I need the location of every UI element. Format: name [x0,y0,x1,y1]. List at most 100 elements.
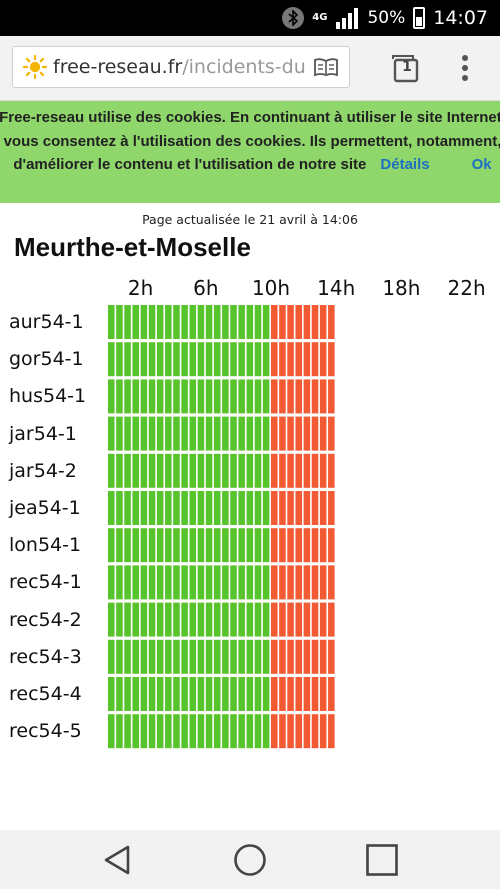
status-cell-ok[interactable] [197,528,205,563]
status-cell-ok[interactable] [197,491,205,525]
status-cell-ok[interactable] [173,565,180,600]
status-cell-ok[interactable] [116,565,123,600]
status-cell-ok[interactable] [116,491,123,525]
status-cell-ok[interactable] [262,305,270,339]
status-cell-ok[interactable] [222,305,229,339]
status-cell-incident[interactable] [311,602,319,637]
status-cell-ok[interactable] [140,379,148,414]
status-cell-ok[interactable] [108,602,115,637]
status-cell-ok[interactable] [173,491,180,525]
status-cell-ok[interactable] [173,639,180,674]
status-cell-ok[interactable] [108,379,115,414]
status-cell-ok[interactable] [262,677,270,711]
status-cell-ok[interactable] [148,602,156,637]
status-cell-ok[interactable] [189,677,197,711]
status-cell-ok[interactable] [108,714,115,749]
status-cell-ok[interactable] [254,677,262,711]
status-cell-ok[interactable] [262,491,270,525]
status-cell-ok[interactable] [116,528,123,563]
status-cell-ok[interactable] [181,528,188,563]
status-cell-ok[interactable] [246,677,254,711]
status-cell-ok[interactable] [254,602,262,637]
status-cell-ok[interactable] [254,342,262,377]
status-cell-incident[interactable] [328,565,335,600]
status-cell-ok[interactable] [238,528,245,563]
status-cell-ok[interactable] [148,714,156,749]
status-cell-incident[interactable] [319,491,327,525]
status-cell-ok[interactable] [230,453,237,488]
status-cell-ok[interactable] [222,491,229,525]
status-cell-ok[interactable] [254,528,262,563]
status-cell-ok[interactable] [213,677,221,711]
status-cell-ok[interactable] [156,639,164,674]
status-cell-incident[interactable] [303,565,311,600]
status-cell-ok[interactable] [189,639,197,674]
status-cell-ok[interactable] [246,491,254,525]
status-cell-incident[interactable] [287,565,294,600]
status-cell-ok[interactable] [116,714,123,749]
status-cell-incident[interactable] [287,528,294,563]
status-cell-ok[interactable] [246,305,254,339]
status-cell-ok[interactable] [262,565,270,600]
status-cell-ok[interactable] [238,379,245,414]
status-cell-ok[interactable] [116,677,123,711]
status-cell-incident[interactable] [271,342,278,377]
status-cell-incident[interactable] [311,714,319,749]
status-cell-ok[interactable] [140,528,148,563]
status-cell-ok[interactable] [222,379,229,414]
status-cell-ok[interactable] [197,379,205,414]
status-cell-incident[interactable] [279,453,286,488]
status-cell-incident[interactable] [271,639,278,674]
status-cell-ok[interactable] [132,416,139,451]
status-cell-ok[interactable] [189,416,197,451]
status-cell-ok[interactable] [124,528,131,563]
status-cell-ok[interactable] [124,305,131,339]
status-cell-incident[interactable] [311,416,319,451]
status-cell-ok[interactable] [238,453,245,488]
status-cell-ok[interactable] [230,491,237,525]
status-cell-incident[interactable] [271,416,278,451]
status-cell-ok[interactable] [108,453,115,488]
status-cell-ok[interactable] [205,714,213,749]
status-cell-ok[interactable] [262,639,270,674]
status-cell-ok[interactable] [156,491,164,525]
status-cell-ok[interactable] [238,305,245,339]
status-cell-ok[interactable] [222,453,229,488]
status-cell-ok[interactable] [124,677,131,711]
status-cell-ok[interactable] [181,416,188,451]
status-cell-ok[interactable] [205,342,213,377]
status-cell-ok[interactable] [254,416,262,451]
status-cell-ok[interactable] [189,491,197,525]
status-cell-ok[interactable] [238,342,245,377]
status-cell-incident[interactable] [303,453,311,488]
status-cell-ok[interactable] [148,639,156,674]
status-cell-ok[interactable] [181,305,188,339]
status-cell-ok[interactable] [148,528,156,563]
status-cell-incident[interactable] [319,714,327,749]
status-cell-ok[interactable] [148,565,156,600]
status-cell-incident[interactable] [287,491,294,525]
status-cell-ok[interactable] [230,342,237,377]
status-cell-incident[interactable] [295,491,302,525]
status-cell-incident[interactable] [287,453,294,488]
status-cell-ok[interactable] [108,491,115,525]
status-cell-ok[interactable] [165,491,172,525]
status-cell-ok[interactable] [222,677,229,711]
status-cell-ok[interactable] [132,714,139,749]
status-cell-ok[interactable] [156,677,164,711]
status-cell-incident[interactable] [295,639,302,674]
status-cell-ok[interactable] [213,342,221,377]
status-cell-incident[interactable] [287,677,294,711]
status-cell-ok[interactable] [222,565,229,600]
status-cell-ok[interactable] [173,602,180,637]
status-cell-ok[interactable] [124,714,131,749]
status-cell-incident[interactable] [279,379,286,414]
status-cell-incident[interactable] [271,565,278,600]
status-cell-ok[interactable] [189,565,197,600]
status-cell-incident[interactable] [303,639,311,674]
status-cell-incident[interactable] [311,491,319,525]
status-cell-ok[interactable] [238,491,245,525]
status-cell-incident[interactable] [295,602,302,637]
status-cell-incident[interactable] [295,565,302,600]
status-cell-incident[interactable] [328,639,335,674]
